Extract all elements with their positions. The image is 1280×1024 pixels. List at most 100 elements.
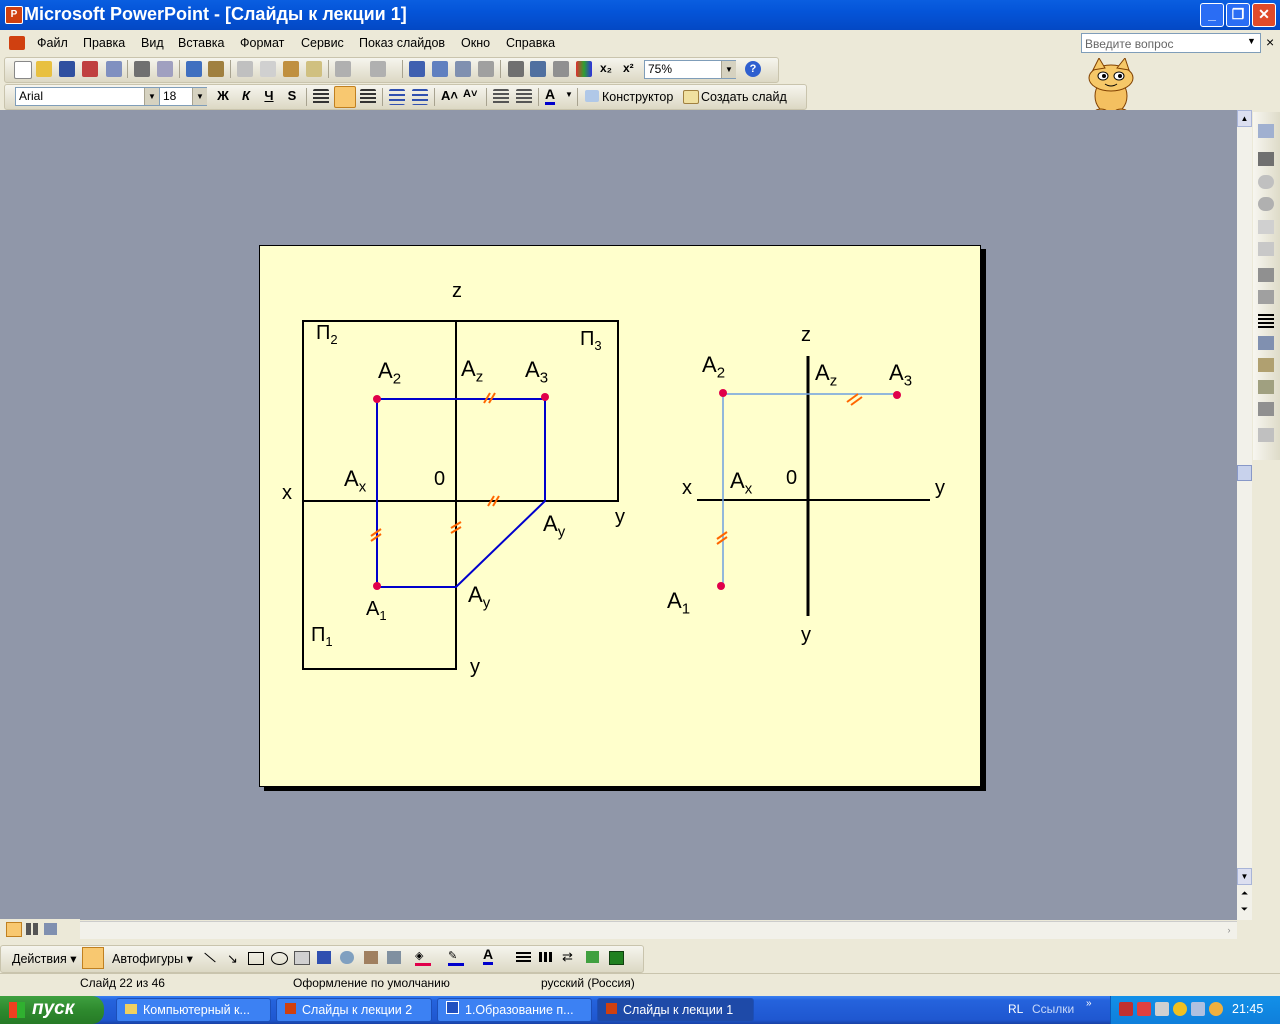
close-button[interactable]: ✕ xyxy=(1252,3,1276,27)
align-left-icon[interactable] xyxy=(313,89,329,105)
shadow-style-icon[interactable] xyxy=(586,951,599,963)
tray-antivirus-icon[interactable] xyxy=(1137,1002,1151,1016)
arrow-tool-icon[interactable]: ↘ xyxy=(227,951,238,967)
line-style-icon[interactable] xyxy=(1258,314,1274,328)
transparent-color-icon[interactable] xyxy=(1258,402,1274,416)
contrast-up-icon[interactable] xyxy=(1258,175,1274,189)
undo-icon[interactable] xyxy=(335,61,351,77)
previous-slide-icon[interactable]: ⏶ xyxy=(1237,888,1252,902)
color-grayscale-icon[interactable] xyxy=(576,61,592,77)
open-icon[interactable] xyxy=(36,61,52,77)
tray-update-icon[interactable] xyxy=(1209,1002,1223,1016)
decrease-indent-icon[interactable] xyxy=(493,89,509,105)
language-indicator[interactable]: RL xyxy=(1008,1002,1023,1016)
clock[interactable]: 21:45 xyxy=(1232,1002,1263,1016)
oval-tool-icon[interactable] xyxy=(271,952,288,965)
format-painter-icon[interactable] xyxy=(306,61,322,77)
3d-style-icon[interactable] xyxy=(609,951,624,965)
scroll-down-icon[interactable]: ▼ xyxy=(1237,868,1252,885)
normal-view-icon[interactable] xyxy=(6,922,22,937)
brightness-down-icon[interactable] xyxy=(1258,242,1274,256)
permission-icon[interactable] xyxy=(82,61,98,77)
line-color-icon[interactable]: ✎ xyxy=(448,949,464,966)
menu-insert[interactable]: Вставка xyxy=(178,36,224,50)
volume-icon[interactable] xyxy=(1155,1002,1169,1016)
task-word-doc[interactable]: 1.Образование п... xyxy=(437,998,592,1022)
menu-tools[interactable]: Сервис xyxy=(301,36,344,50)
menu-edit[interactable]: Правка xyxy=(83,36,125,50)
drawing-font-color-icon[interactable]: A xyxy=(483,947,494,965)
print-preview-icon[interactable] xyxy=(157,61,173,77)
links-toolbar[interactable]: Ссылки xyxy=(1032,1002,1074,1016)
task-slides-1[interactable]: Слайды к лекции 1 xyxy=(597,998,754,1022)
increase-indent-icon[interactable] xyxy=(516,89,532,105)
cut-icon[interactable] xyxy=(237,61,253,77)
minimize-button[interactable]: _ xyxy=(1200,3,1224,27)
compress-icon[interactable] xyxy=(1258,336,1274,350)
slide[interactable]: z x 0 y y П2 П3 П1 A2 Az A3 Ax Ay A1 Ay … xyxy=(259,245,981,787)
size-dropdown-arrow-icon[interactable]: ▼ xyxy=(192,88,207,105)
tray-messenger-icon[interactable] xyxy=(1173,1002,1187,1016)
paste-icon[interactable] xyxy=(283,61,299,77)
menu-window[interactable]: Окно xyxy=(461,36,490,50)
bullets-icon[interactable] xyxy=(412,89,428,105)
text-box-icon[interactable] xyxy=(294,951,310,965)
decrease-font-icon[interactable]: A˅ xyxy=(463,88,477,100)
scroll-up-icon[interactable]: ▲ xyxy=(1237,110,1252,127)
task-slides-2[interactable]: Слайды к лекции 2 xyxy=(276,998,432,1022)
slide-sorter-icon[interactable] xyxy=(26,923,39,935)
dash-style-icon[interactable] xyxy=(539,952,554,962)
subscript-icon[interactable]: x₂ xyxy=(600,61,612,75)
start-button[interactable]: пуск xyxy=(0,996,104,1024)
help-search-input[interactable]: Введите вопрос xyxy=(1081,33,1261,53)
tray-network-icon[interactable] xyxy=(1191,1002,1205,1016)
rotate-icon[interactable] xyxy=(1258,290,1274,304)
insert-table-icon[interactable] xyxy=(432,61,448,77)
horizontal-scrollbar[interactable]: › xyxy=(80,921,1237,939)
email-icon[interactable] xyxy=(106,61,122,77)
menu-format[interactable]: Формат xyxy=(240,36,284,50)
scroll-right-icon[interactable]: › xyxy=(1221,922,1237,938)
menu-help[interactable]: Справка xyxy=(506,36,555,50)
scroll-thumb[interactable] xyxy=(1237,465,1252,481)
arrow-style-icon[interactable]: ⇄ xyxy=(562,949,573,965)
tray-icon-1[interactable] xyxy=(1119,1002,1133,1016)
rectangle-tool-icon[interactable] xyxy=(248,952,264,965)
links-chevron-icon[interactable]: » xyxy=(1086,998,1092,1009)
hyperlink-icon[interactable] xyxy=(478,61,494,77)
powerpoint-app-icon[interactable]: P xyxy=(5,6,23,24)
recolor-icon[interactable] xyxy=(1258,358,1274,372)
spelling-icon[interactable] xyxy=(186,61,202,77)
autoshapes-menu[interactable]: Автофигуры ▾ xyxy=(112,951,193,966)
insert-picture-icon[interactable] xyxy=(1258,152,1274,166)
line-style-tool-icon[interactable] xyxy=(516,952,531,962)
show-formatting-icon[interactable] xyxy=(530,61,546,77)
wordart-icon[interactable] xyxy=(317,951,331,964)
save-icon[interactable] xyxy=(59,61,75,77)
slide-show-icon[interactable] xyxy=(44,923,57,935)
font-color-icon[interactable]: A xyxy=(545,86,556,105)
grid-icon[interactable] xyxy=(553,61,569,77)
font-select[interactable]: Arial xyxy=(15,87,159,106)
font-color-dropdown-icon[interactable]: ▼ xyxy=(565,90,573,99)
clip-art-icon[interactable] xyxy=(364,951,378,964)
align-right-icon[interactable] xyxy=(360,89,376,105)
office-assistant-cat[interactable] xyxy=(1075,56,1147,116)
underline-button[interactable]: Ч xyxy=(260,87,278,105)
next-slide-icon[interactable]: ⏷ xyxy=(1237,904,1252,918)
redo-icon[interactable] xyxy=(370,61,386,77)
copy-icon[interactable] xyxy=(260,61,276,77)
new-icon[interactable] xyxy=(14,61,32,79)
document-icon[interactable] xyxy=(9,36,25,50)
print-icon[interactable] xyxy=(134,61,150,77)
crop-icon[interactable] xyxy=(1258,268,1274,282)
restore-button[interactable]: ❐ xyxy=(1226,3,1250,27)
numbering-icon[interactable] xyxy=(389,89,405,105)
vertical-scrollbar[interactable]: ▲ ▼ ⏶ ⏷ xyxy=(1237,110,1252,920)
brightness-up-icon[interactable] xyxy=(1258,220,1274,234)
bold-button[interactable]: Ж xyxy=(214,87,232,105)
menu-file[interactable]: Файл xyxy=(37,36,68,50)
task-explorer[interactable]: Компьютерный к... xyxy=(116,998,271,1022)
designer-button[interactable]: Конструктор xyxy=(602,90,673,104)
italic-button[interactable]: К xyxy=(237,87,255,105)
